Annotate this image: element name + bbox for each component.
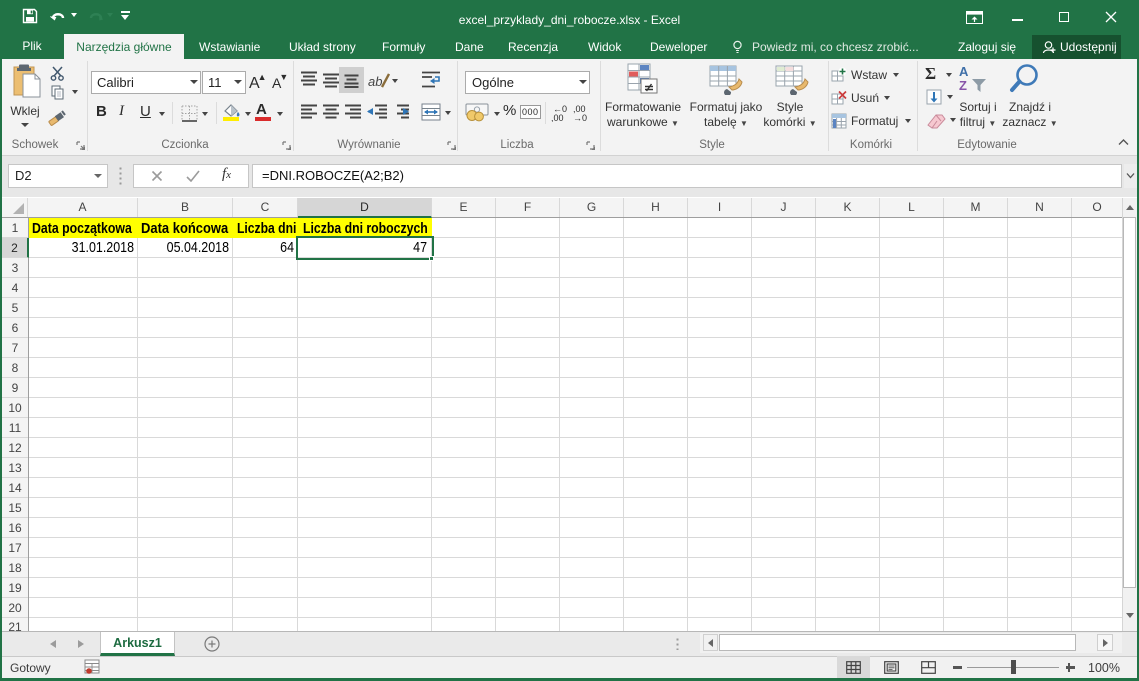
svg-text:Z: Z: [959, 78, 967, 93]
svg-text:A: A: [959, 64, 969, 79]
svg-text:,00: ,00: [551, 113, 564, 122]
svg-text:ab: ab: [368, 74, 382, 89]
svg-text:→0: →0: [573, 113, 587, 122]
